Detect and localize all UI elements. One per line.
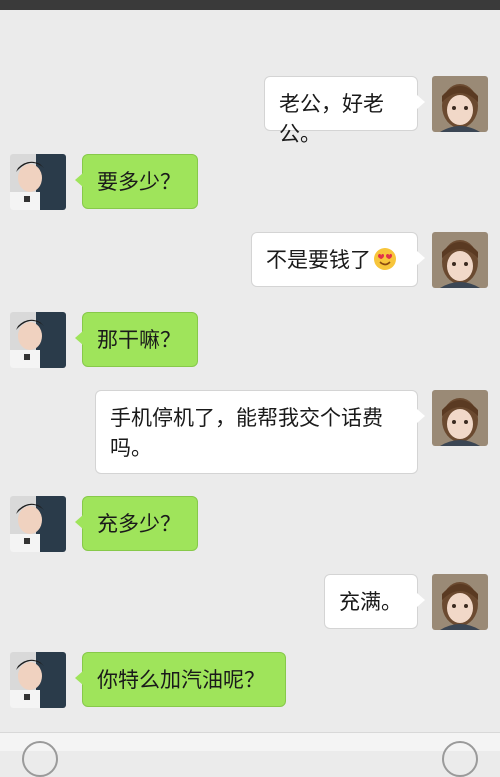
message-bubble-sent[interactable]: 手机停机了，能帮我交个话费吗。 bbox=[95, 390, 425, 474]
girl-avatar[interactable] bbox=[432, 390, 488, 446]
status-bar bbox=[0, 0, 500, 10]
boy-avatar[interactable] bbox=[10, 312, 66, 368]
message-bubble-sent[interactable]: 不是要钱了 bbox=[251, 232, 425, 287]
message-text: 老公，好老公。 bbox=[279, 92, 384, 146]
message-text: 要多少？ bbox=[97, 170, 181, 194]
girl-avatar[interactable] bbox=[432, 76, 488, 132]
message-text: 手机停机了，能帮我交个话费吗。 bbox=[110, 406, 383, 460]
input-toolbar bbox=[0, 732, 500, 777]
message-bubble-sent[interactable]: 老公，好老公。 bbox=[264, 76, 425, 146]
message-bubble-received[interactable]: 那干嘛？ bbox=[75, 312, 198, 367]
message-bubble-sent[interactable]: 充满。 bbox=[324, 574, 425, 629]
message-bubble-received[interactable]: 你特么加汽油呢？ bbox=[75, 652, 286, 707]
message-bubble-received[interactable]: 充多少？ bbox=[75, 496, 198, 551]
heart-eyes-emoji-icon bbox=[373, 247, 397, 271]
message-text: 不是要钱了 bbox=[266, 248, 371, 272]
girl-avatar[interactable] bbox=[432, 232, 488, 288]
message-bubble-received[interactable]: 要多少？ bbox=[75, 154, 198, 209]
chat-message-list[interactable]: 老公，好老公。 要多少？ 不是要钱了 那干嘛？ 手机停机了，能帮我交个话费吗。 … bbox=[0, 10, 500, 732]
message-text: 你特么加汽油呢？ bbox=[97, 668, 265, 692]
boy-avatar[interactable] bbox=[10, 496, 66, 552]
boy-avatar[interactable] bbox=[10, 652, 66, 708]
boy-avatar[interactable] bbox=[10, 154, 66, 210]
girl-avatar[interactable] bbox=[432, 574, 488, 630]
message-text: 充多少？ bbox=[97, 512, 181, 536]
message-text: 那干嘛？ bbox=[97, 328, 181, 352]
more-options-icon[interactable] bbox=[442, 741, 478, 777]
message-text: 充满。 bbox=[339, 590, 402, 614]
voice-toggle-icon[interactable] bbox=[22, 741, 58, 777]
